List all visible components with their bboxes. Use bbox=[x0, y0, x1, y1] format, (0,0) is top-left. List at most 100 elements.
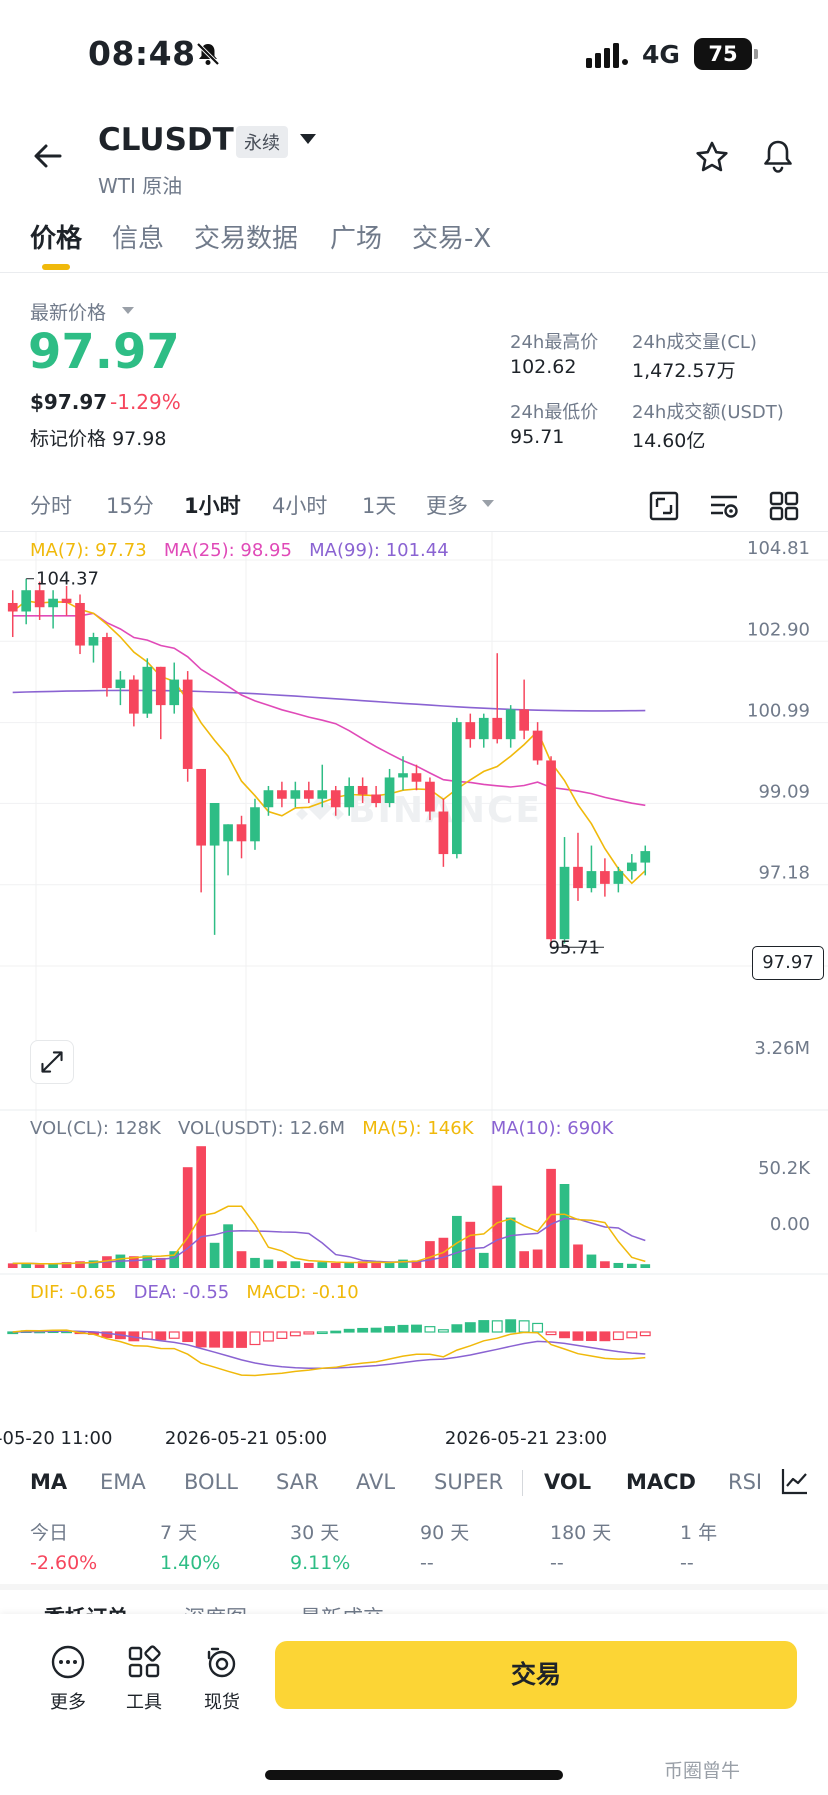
indicator-sar[interactable]: SAR bbox=[276, 1470, 319, 1494]
macd-histogram-bar bbox=[505, 1319, 517, 1333]
volume-bar bbox=[317, 1262, 328, 1268]
perf-value-1y: -- bbox=[680, 1552, 694, 1574]
dif-legend: DIF: -0.65 bbox=[30, 1282, 117, 1303]
price-axis-label: 102.90 bbox=[747, 619, 810, 640]
macd-histogram-bar bbox=[276, 1331, 288, 1339]
interval-1h[interactable]: 1小时 bbox=[184, 490, 241, 520]
candle-body bbox=[263, 790, 274, 808]
volume-legend: VOL(CL): 128K VOL(USDT): 12.6M MA(5): 14… bbox=[30, 1118, 613, 1139]
macd-histogram-bar bbox=[370, 1327, 382, 1333]
macd-histogram-bar bbox=[451, 1324, 463, 1333]
volume-bar bbox=[532, 1249, 543, 1268]
more-label: 更多 bbox=[50, 1692, 86, 1713]
back-arrow-icon[interactable] bbox=[30, 138, 66, 174]
fullscreen-chart-icon[interactable] bbox=[648, 490, 680, 522]
tools-button[interactable]: 工具 bbox=[114, 1644, 174, 1714]
indicator-avl[interactable]: AVL bbox=[356, 1470, 395, 1494]
macd-histogram-bar bbox=[195, 1331, 207, 1348]
macd-histogram-bar bbox=[262, 1331, 274, 1342]
indicator-settings-chart-icon[interactable] bbox=[780, 1466, 810, 1496]
volume-24h-value: 1,472.57万 bbox=[632, 360, 736, 382]
last-price-caret-icon[interactable] bbox=[122, 307, 134, 314]
battery-level: 75 bbox=[694, 38, 758, 70]
macd-histogram-bar bbox=[585, 1331, 597, 1342]
tab-info[interactable]: 信息 bbox=[112, 218, 164, 255]
indicator-boll[interactable]: BOLL bbox=[184, 1470, 238, 1494]
volume-bar bbox=[613, 1262, 624, 1268]
mark-price: 标记价格 97.98 bbox=[30, 424, 166, 451]
interval-1d[interactable]: 1天 bbox=[362, 490, 396, 520]
volume-bar bbox=[573, 1244, 583, 1268]
trade-button[interactable]: 交易 bbox=[275, 1641, 797, 1709]
volume-bar bbox=[600, 1261, 610, 1268]
perf-value-90d: -- bbox=[420, 1552, 434, 1574]
macd-histogram-bar bbox=[464, 1322, 476, 1333]
interval-4h[interactable]: 4小时 bbox=[272, 490, 327, 520]
macd-histogram-bar bbox=[209, 1331, 221, 1348]
macd-histogram-bar bbox=[545, 1331, 557, 1336]
candlestick-chart[interactable]: 104.81102.90100.9999.0997.1895.27BINANCE… bbox=[0, 532, 828, 1452]
macd-histogram-bar bbox=[249, 1331, 261, 1346]
candle-body bbox=[236, 824, 247, 842]
symbol-title[interactable]: CLUSDT bbox=[98, 122, 234, 158]
interval-line[interactable]: 分时 bbox=[30, 490, 72, 520]
indicator-ema[interactable]: EMA bbox=[100, 1470, 146, 1494]
volume-bar bbox=[398, 1259, 408, 1268]
tab-price[interactable]: 价格 bbox=[30, 218, 82, 255]
time-axis-label: -05-20 11:00 bbox=[0, 1428, 112, 1449]
indicator-rsi[interactable]: RSI bbox=[728, 1470, 762, 1494]
interval-more[interactable]: 更多 bbox=[426, 490, 468, 520]
macd-histogram-bar bbox=[639, 1331, 651, 1337]
candle-body bbox=[61, 598, 72, 603]
perf-label-90d: 90 天 bbox=[420, 1522, 470, 1544]
candle-body bbox=[88, 637, 99, 646]
expand-icon[interactable] bbox=[30, 1040, 74, 1084]
tab-trading-data[interactable]: 交易数据 bbox=[194, 218, 298, 255]
layout-grid-icon[interactable] bbox=[768, 490, 800, 522]
vol-usdt-legend: VOL(USDT): 12.6M bbox=[177, 1118, 346, 1139]
candle-body bbox=[519, 709, 529, 731]
indicator-super[interactable]: SUPER bbox=[434, 1470, 503, 1494]
spot-button[interactable]: 现货 bbox=[192, 1644, 252, 1714]
macd-histogram-bar bbox=[397, 1324, 409, 1333]
indicator-vol[interactable]: VOL bbox=[544, 1470, 591, 1494]
indicator-macd[interactable]: MACD bbox=[626, 1470, 696, 1494]
macd-histogram-bar bbox=[518, 1320, 530, 1333]
tab-trade-x[interactable]: 交易-X bbox=[412, 218, 491, 255]
perf-value-180d: -- bbox=[550, 1552, 564, 1574]
candle-body bbox=[290, 790, 301, 799]
candle-body bbox=[330, 790, 341, 808]
candle-body bbox=[573, 866, 583, 889]
candle-body bbox=[34, 590, 45, 608]
candle-body bbox=[613, 871, 624, 884]
volume-bar bbox=[384, 1262, 395, 1268]
candle-body bbox=[492, 717, 503, 740]
more-button[interactable]: 更多 bbox=[38, 1644, 98, 1714]
macd-histogram-bar bbox=[236, 1331, 247, 1348]
interval-15m[interactable]: 15分 bbox=[106, 490, 154, 520]
macd-histogram-bar bbox=[491, 1320, 503, 1333]
candle-body bbox=[626, 862, 637, 872]
perf-label-7d: 7 天 bbox=[160, 1522, 198, 1544]
chart-settings-icon[interactable] bbox=[708, 490, 740, 522]
volume-bar bbox=[519, 1251, 529, 1268]
tools-label: 工具 bbox=[126, 1692, 162, 1713]
macd-histogram-bar bbox=[303, 1331, 315, 1335]
price-alert-bell-icon[interactable] bbox=[760, 138, 796, 176]
interval-more-caret-icon[interactable] bbox=[482, 500, 494, 507]
last-price-label[interactable]: 最新价格 bbox=[30, 298, 106, 325]
volume-bar bbox=[478, 1252, 489, 1268]
perf-label-today: 今日 bbox=[30, 1522, 69, 1544]
signal-icon bbox=[586, 43, 628, 68]
vol-cl-legend: VOL(CL): 128K bbox=[30, 1118, 161, 1139]
indicator-ma[interactable]: MA bbox=[30, 1470, 67, 1494]
candle-body bbox=[505, 709, 516, 740]
favorite-star-icon[interactable] bbox=[694, 140, 730, 176]
tab-square[interactable]: 广场 bbox=[330, 218, 382, 255]
macd-histogram-bar bbox=[168, 1331, 180, 1339]
macd-histogram-bar bbox=[478, 1320, 490, 1333]
spot-icon bbox=[207, 1647, 236, 1678]
symbol-dropdown-caret-icon[interactable] bbox=[300, 134, 316, 144]
perf-value-today: -2.60% bbox=[30, 1552, 98, 1574]
candle-body bbox=[600, 871, 610, 884]
